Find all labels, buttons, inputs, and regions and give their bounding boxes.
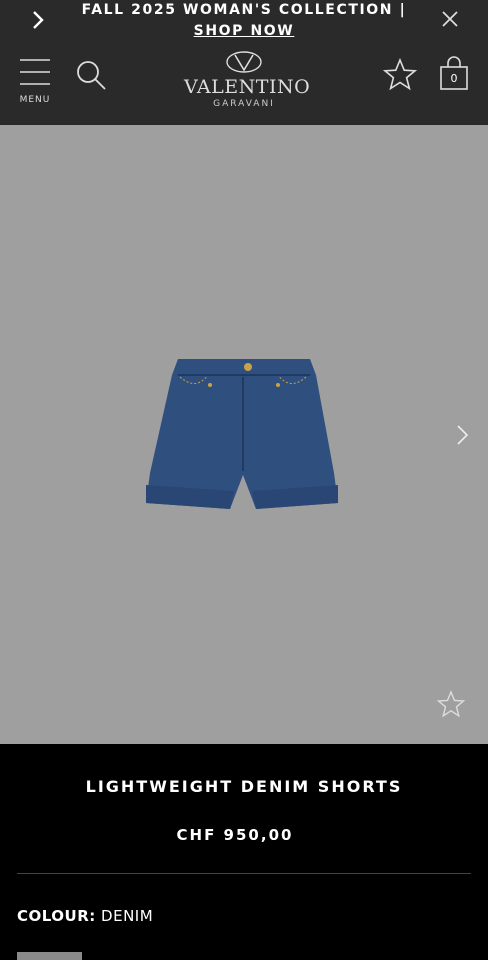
product-price: CHF 950,00 bbox=[176, 826, 294, 844]
chevron-right-icon[interactable] bbox=[452, 421, 474, 449]
close-icon[interactable] bbox=[438, 7, 462, 31]
menu-label: MENU bbox=[19, 95, 51, 105]
promo-shop-link[interactable]: SHOP NOW bbox=[194, 23, 295, 39]
colour-row: COLOUR: DENIM bbox=[17, 907, 153, 925]
bag-count-badge: 0 bbox=[450, 72, 458, 85]
chevron-right-icon[interactable] bbox=[26, 6, 50, 34]
site-header: MENU VALENTINO GARAVANI 0 bbox=[0, 40, 488, 125]
valentino-logo[interactable]: VALENTINO GARAVANI bbox=[184, 51, 311, 113]
product-info: LIGHTWEIGHT DENIM SHORTS CHF 950,00 COLO… bbox=[0, 744, 488, 960]
divider bbox=[17, 873, 471, 874]
v-monogram-icon bbox=[226, 51, 262, 73]
colour-label: COLOUR: bbox=[17, 907, 96, 925]
brand-subname: GARAVANI bbox=[213, 99, 275, 109]
hamburger-icon bbox=[20, 59, 50, 85]
promo-banner: FALL 2025 WOMAN'S COLLECTION | SHOP NOW bbox=[0, 0, 488, 40]
denim-shorts-image bbox=[146, 359, 338, 509]
shopping-bag-button[interactable]: 0 bbox=[438, 56, 470, 92]
promo-text[interactable]: FALL 2025 WOMAN'S COLLECTION | SHOP NOW bbox=[66, 0, 422, 42]
colour-value: DENIM bbox=[101, 907, 154, 925]
brand-name: VALENTINO bbox=[184, 76, 311, 98]
colour-swatch[interactable] bbox=[17, 952, 82, 960]
product-name: LIGHTWEIGHT DENIM SHORTS bbox=[85, 777, 403, 796]
product-gallery[interactable] bbox=[0, 125, 488, 744]
promo-message: FALL 2025 WOMAN'S COLLECTION | bbox=[81, 2, 407, 18]
star-icon[interactable] bbox=[382, 57, 418, 93]
star-icon[interactable] bbox=[436, 689, 466, 719]
search-icon[interactable] bbox=[74, 58, 108, 92]
menu-button[interactable]: MENU bbox=[14, 54, 56, 108]
